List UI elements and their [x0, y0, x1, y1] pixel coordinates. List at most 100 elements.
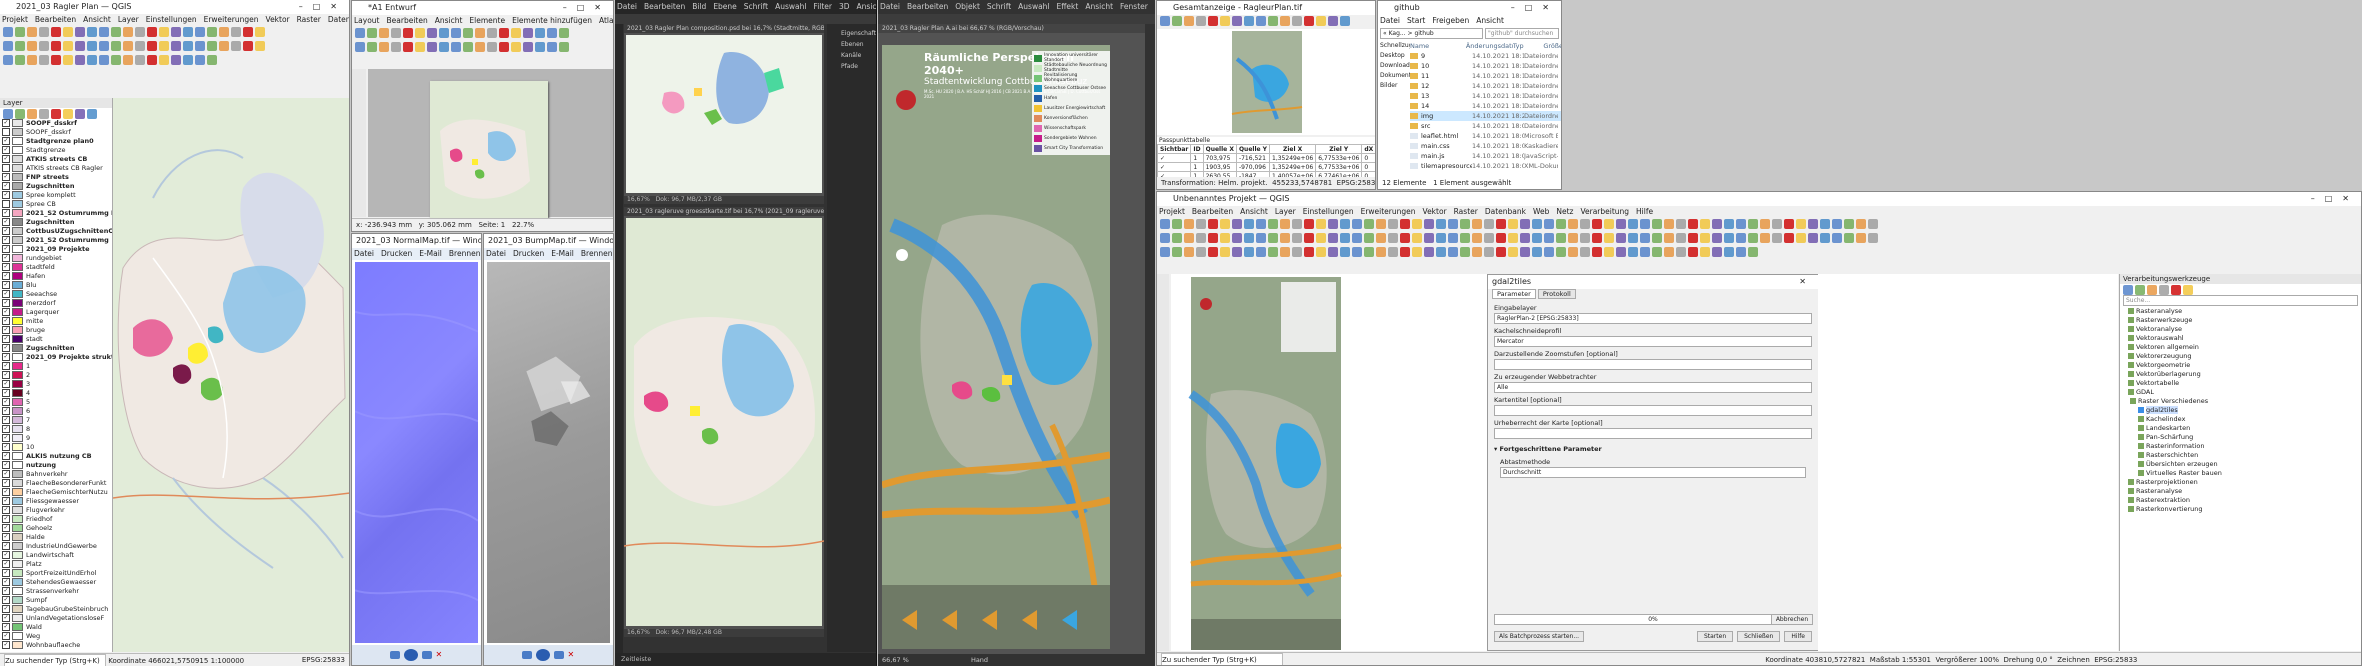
photo-titlebar[interactable]: 2021_03 NormalMap.tif — Windows Fotoanz.… [352, 234, 481, 248]
toolbar-icon[interactable] [1292, 247, 1302, 257]
toolbox-tree[interactable]: Rasteranalyse Rasterwerkzeuge Vektoranalys… [2120, 307, 2361, 514]
layer-checkbox[interactable]: ✓ [2, 290, 10, 298]
qgis2-left-toolstrip[interactable] [1157, 274, 1169, 651]
menu-item[interactable]: Projekt [2, 15, 28, 24]
toolbar-icon[interactable] [1160, 233, 1170, 243]
toolbar-icon[interactable] [1592, 247, 1602, 257]
toolbar-icon[interactable] [1400, 219, 1410, 229]
toolbar-icon[interactable] [1304, 233, 1314, 243]
toolbar-icon[interactable] [547, 28, 557, 38]
toolbar-icon[interactable] [1388, 247, 1398, 257]
toolbar-icon[interactable] [1364, 247, 1374, 257]
menu-item[interactable]: Start [1407, 16, 1425, 25]
layer-checkbox[interactable]: ✓ [2, 425, 10, 433]
toolbar-icon[interactable] [75, 27, 85, 37]
layer-checkbox[interactable]: ✓ [2, 515, 10, 523]
toolbar-icon[interactable] [147, 27, 157, 37]
toolbar-icon[interactable] [51, 109, 61, 119]
toolbar-icon[interactable] [367, 28, 377, 38]
layer-item[interactable]: ✓ Landwirtschaft [2, 551, 112, 560]
menu-item[interactable]: Verarbeitung [1580, 207, 1629, 216]
column-date[interactable]: Änderungsdatum [1466, 41, 1513, 51]
field-input[interactable] [1494, 359, 1812, 370]
qgis-toolbar-3[interactable] [0, 54, 349, 68]
toolbar-icon[interactable] [1268, 16, 1278, 26]
resampling-select[interactable]: Durchschnitt [1500, 467, 1806, 478]
toolbar-icon[interactable] [1256, 219, 1266, 229]
georef-canvas[interactable] [1157, 29, 1375, 135]
toolbar-icon[interactable] [1808, 219, 1818, 229]
menu-item[interactable]: Schrift [987, 2, 1011, 11]
toolbar-icon[interactable] [1364, 219, 1374, 229]
toolbar-icon[interactable] [3, 27, 13, 37]
rotation-value[interactable]: 0,0 ° [2036, 656, 2053, 664]
layer-item[interactable]: ✓ Wald [2, 623, 112, 632]
layer-item[interactable]: ✓ 2021_09 Projekte [2, 245, 112, 254]
layer-item[interactable]: ✓ Seeachse [2, 290, 112, 299]
cancel-button[interactable]: Abbrechen [1771, 614, 1813, 625]
layer-item[interactable]: ✓ merzdorf [2, 299, 112, 308]
toolbar-icon[interactable] [135, 27, 145, 37]
toolbar-icon[interactable] [1460, 247, 1470, 257]
toolbar-icon[interactable] [475, 42, 485, 52]
crs-value[interactable]: EPSG:25833 [302, 654, 345, 666]
toolbar-icon[interactable] [1232, 233, 1242, 243]
toolbar-icon[interactable] [51, 41, 61, 51]
toolbar-icon[interactable] [1292, 219, 1302, 229]
menu-item[interactable]: Bearbeiten [907, 2, 948, 11]
toolbar-icon[interactable] [1220, 219, 1230, 229]
menu-item[interactable]: Netz [1556, 207, 1573, 216]
toolbar-icon[interactable] [1508, 233, 1518, 243]
delete-icon[interactable]: ✕ [436, 651, 444, 659]
layer-checkbox[interactable]: ✓ [2, 380, 10, 388]
toolbar-icon[interactable] [463, 42, 473, 52]
layer-checkbox[interactable]: ✓ [2, 245, 10, 253]
layer-item[interactable]: ✓ Platz [2, 560, 112, 569]
toolbar-icon[interactable] [1604, 219, 1614, 229]
layer-checkbox[interactable]: ✓ [2, 227, 10, 235]
toolbar-icon[interactable] [1604, 247, 1614, 257]
toolbar-icon[interactable] [1676, 233, 1686, 243]
toolbar-icon[interactable] [1340, 233, 1350, 243]
toolbar-icon[interactable] [1160, 247, 1170, 257]
qgis-second-titlebar[interactable]: Unbenanntes Projekt — QGIS –□✕ [1157, 192, 2361, 206]
file-row[interactable]: 11 14.10.2021 18:16Dateiordner [1410, 71, 1561, 81]
layer-item[interactable]: ✓ UnlandVegetationsloseF [2, 614, 112, 623]
toolbar-icon[interactable] [487, 42, 497, 52]
batch-process-button[interactable]: Als Batchprozess starten... [1494, 631, 1585, 642]
qgis2-toolbar-3[interactable] [1157, 246, 2361, 260]
menu-item[interactable]: Web [1533, 207, 1549, 216]
layer-checkbox[interactable]: ✓ [2, 335, 10, 343]
toolbar-icon[interactable] [1172, 247, 1182, 257]
georef-titlebar[interactable]: Gesamtanzeige - RagleurPlan.tif [1157, 1, 1375, 15]
toolbar-icon[interactable] [195, 55, 205, 65]
dialog-titlebar[interactable]: gdal2tiles ✕ [1488, 275, 1818, 289]
toolbar-icon[interactable] [523, 42, 533, 52]
document-1-canvas[interactable] [624, 33, 824, 195]
menu-item[interactable]: Layer [1275, 207, 1296, 216]
toolbar-icon[interactable] [1292, 233, 1302, 243]
toolbar-icon[interactable] [15, 55, 25, 65]
toolbar-icon[interactable] [475, 28, 485, 38]
menu-item[interactable]: Ansicht [83, 15, 111, 24]
menu-item[interactable]: Bearbeiten [387, 16, 428, 25]
panel-item[interactable]: Ebenen [841, 39, 874, 50]
layer-item[interactable]: ✓ SOOPF_dsskrf [2, 119, 112, 128]
toolbar-icon[interactable] [3, 109, 13, 119]
toolbar-icon[interactable] [1424, 233, 1434, 243]
toolbar-icon[interactable] [1256, 233, 1266, 243]
toolbar-icon[interactable] [1268, 219, 1278, 229]
toolbar-icon[interactable] [1820, 219, 1830, 229]
toolbar-icon[interactable] [355, 28, 365, 38]
layer-item[interactable]: ✓ rundgebiet [2, 254, 112, 263]
layer-checkbox[interactable]: ✓ [2, 605, 10, 613]
layer-item[interactable]: ✓ mitte [2, 317, 112, 326]
toolbar-icon[interactable] [183, 41, 193, 51]
menu-item[interactable]: Datei [1380, 16, 1400, 25]
toolbar-icon[interactable] [75, 55, 85, 65]
explorer-ribbon-tabs[interactable]: Datei Start Freigeben Ansicht [1378, 15, 1561, 27]
toolbar-icon[interactable] [1664, 219, 1674, 229]
column-type[interactable]: Typ [1513, 41, 1544, 51]
toolbar-icon[interactable] [1796, 233, 1806, 243]
layer-item[interactable]: ✓ SportFreizeitUndErhol [2, 569, 112, 578]
